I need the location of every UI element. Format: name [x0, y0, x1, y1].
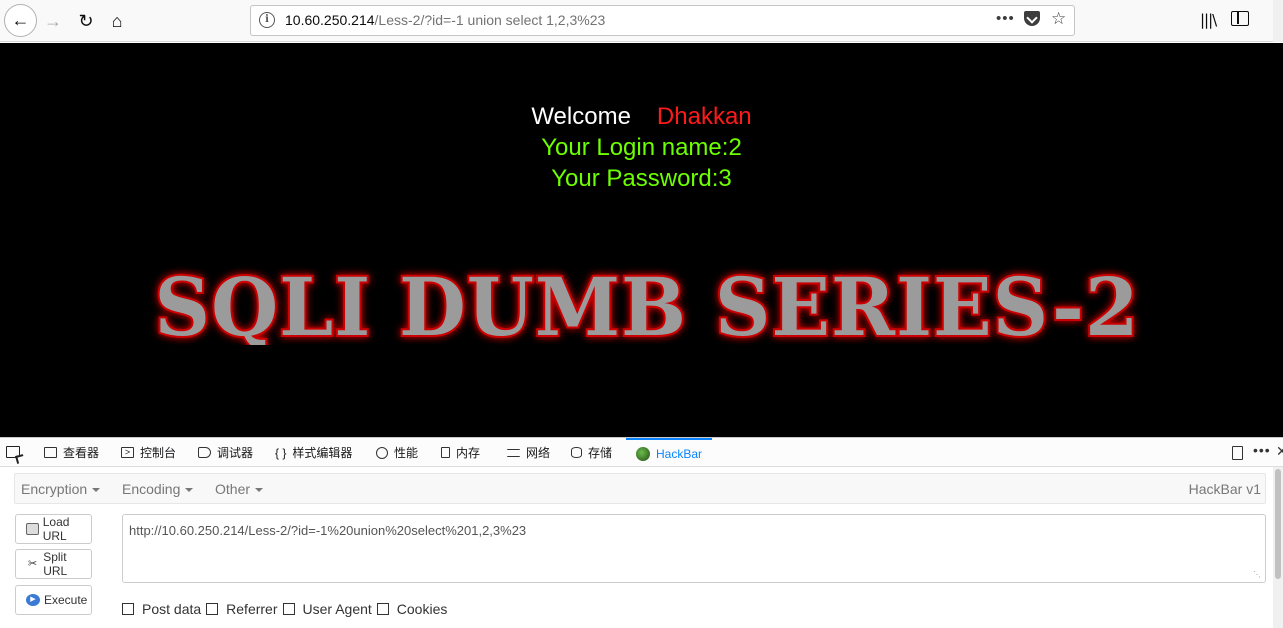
tab-label: 性能	[394, 446, 419, 460]
option-label: User Agent	[302, 601, 372, 617]
back-arrow-icon[interactable]: ←	[4, 4, 37, 37]
library-icon[interactable]: |||\	[1200, 11, 1217, 29]
tab-label: 网络	[526, 446, 551, 460]
tab-style-editor[interactable]: { } 样式编辑器	[275, 438, 352, 467]
home-icon[interactable]: ⌂	[101, 5, 133, 37]
hackbar-version: HackBar v1	[1188, 481, 1261, 497]
url-host: 10.60.250.214	[285, 12, 375, 28]
sqli-banner: SQLI DUMB SERIES-2	[153, 258, 1141, 345]
option-user-agent[interactable]: User Agent	[282, 601, 372, 617]
console-icon: >	[121, 447, 134, 458]
more-options-icon[interactable]: •••	[1253, 442, 1271, 458]
tab-label: 调试器	[217, 446, 254, 460]
toolbar-edge	[1273, 0, 1283, 42]
reload-icon[interactable]: ↻	[70, 5, 102, 37]
inspector-icon	[44, 447, 57, 458]
menu-other[interactable]: Other	[215, 481, 264, 497]
menu-label: Other	[215, 481, 251, 497]
password-result: Your Password:3	[551, 165, 732, 192]
execute-button[interactable]: ▶ Execute	[15, 585, 92, 615]
tab-performance[interactable]: 性能	[376, 438, 418, 467]
checkbox[interactable]	[376, 603, 389, 615]
tab-label: 存储	[588, 446, 613, 460]
tab-storage[interactable]: 存储	[571, 438, 612, 467]
performance-icon	[376, 446, 388, 459]
button-label: Split URL	[43, 550, 68, 578]
dock-side-icon[interactable]	[1232, 446, 1243, 460]
banner-text: SQLI DUMB SERIES-2	[155, 260, 1140, 345]
tab-label: 样式编辑器	[292, 446, 353, 460]
star-icon[interactable]: ☆	[1051, 9, 1066, 29]
style-editor-icon: { }	[275, 446, 287, 460]
option-label: Referrer	[226, 601, 278, 617]
tab-label: 控制台	[140, 446, 177, 460]
url-bar[interactable]: i 10.60.250.214/Less-2/?id=-1 union sele…	[250, 5, 1075, 36]
url-textarea[interactable]: http://10.60.250.214/Less-2/?id=-1%20uni…	[122, 514, 1266, 583]
menu-label: Encryption	[21, 481, 88, 497]
chevron-down-icon	[255, 488, 264, 493]
hackbar-panel: Encryption Encoding Other HackBar v1 Loa…	[0, 467, 1283, 628]
load-url-button[interactable]: Load URL	[15, 514, 92, 544]
tab-network[interactable]: 网络	[507, 438, 550, 467]
info-icon[interactable]: i	[259, 12, 275, 28]
tab-label: HackBar	[656, 446, 703, 461]
play-icon: ▶	[26, 594, 40, 606]
welcome-name: Dhakkan	[656, 103, 752, 130]
checkbox[interactable]	[282, 603, 295, 615]
option-label: Post data	[142, 601, 202, 617]
memory-icon	[441, 447, 450, 458]
split-url-button[interactable]: ✂ Split URL	[15, 549, 92, 579]
url-textarea-value: http://10.60.250.214/Less-2/?id=-1%20uni…	[129, 523, 527, 538]
url-text[interactable]: 10.60.250.214/Less-2/?id=-1 union select…	[285, 12, 605, 28]
sidebar-icon[interactable]	[1231, 11, 1249, 26]
tab-label: 内存	[456, 446, 481, 460]
url-path: /Less-2/?id=-1 union select 1,2,3%23	[374, 12, 606, 28]
pocket-icon[interactable]	[1024, 11, 1040, 26]
button-label: Load URL	[42, 515, 70, 543]
option-post-data[interactable]: Post data	[122, 601, 201, 617]
tab-console[interactable]: > 控制台	[121, 438, 176, 467]
menu-label: Encoding	[122, 481, 181, 497]
tab-label: 查看器	[63, 446, 100, 460]
tab-memory[interactable]: 内存	[441, 438, 480, 467]
option-label: Cookies	[396, 601, 448, 617]
network-icon	[507, 448, 520, 457]
login-name-result: Your Login name:2	[541, 134, 742, 161]
button-label: Execute	[44, 593, 88, 607]
tab-debugger[interactable]: 调试器	[198, 438, 253, 467]
more-dots-icon[interactable]: •••	[996, 10, 1015, 27]
welcome-word: Welcome	[531, 103, 631, 130]
welcome-line: Welcome Dhakkan	[0, 103, 1283, 131]
option-referrer[interactable]: Referrer	[206, 601, 278, 617]
hackbar-options: Post data Referrer User Agent Cookies	[122, 601, 452, 617]
forward-arrow-icon[interactable]: →	[37, 5, 69, 37]
menu-encoding[interactable]: Encoding	[122, 481, 194, 497]
checkbox[interactable]	[206, 603, 219, 615]
hackbar-icon	[636, 446, 650, 461]
page-content: Welcome Dhakkan Your Login name:2 Your Pa…	[0, 43, 1283, 437]
resize-handle-icon[interactable]: ⋱	[1253, 570, 1261, 579]
scissors-icon: ✂	[27, 558, 38, 570]
storage-icon	[571, 447, 582, 458]
devtools-tabbar: 查看器 > 控制台 调试器 { } 样式编辑器 性能 内存 网络 存储 HackBa…	[0, 437, 1283, 467]
debugger-icon	[198, 447, 211, 458]
element-picker-icon[interactable]	[6, 446, 20, 458]
menu-encryption[interactable]: Encryption	[21, 481, 101, 497]
close-devtools-icon[interactable]: ✕	[1276, 443, 1283, 460]
option-cookies[interactable]: Cookies	[376, 601, 448, 617]
hackbar-menubar: Encryption Encoding Other HackBar v1	[14, 473, 1266, 504]
chevron-down-icon	[185, 488, 194, 493]
checkbox[interactable]	[122, 603, 134, 615]
tab-inspector[interactable]: 查看器	[44, 438, 99, 467]
tab-hackbar[interactable]: HackBar	[626, 438, 713, 467]
load-url-icon	[26, 523, 39, 535]
scrollbar[interactable]	[1273, 467, 1283, 628]
chevron-down-icon	[92, 488, 101, 493]
browser-toolbar: ← → ↻ ⌂ i 10.60.250.214/Less-2/?id=-1 un…	[0, 0, 1283, 42]
